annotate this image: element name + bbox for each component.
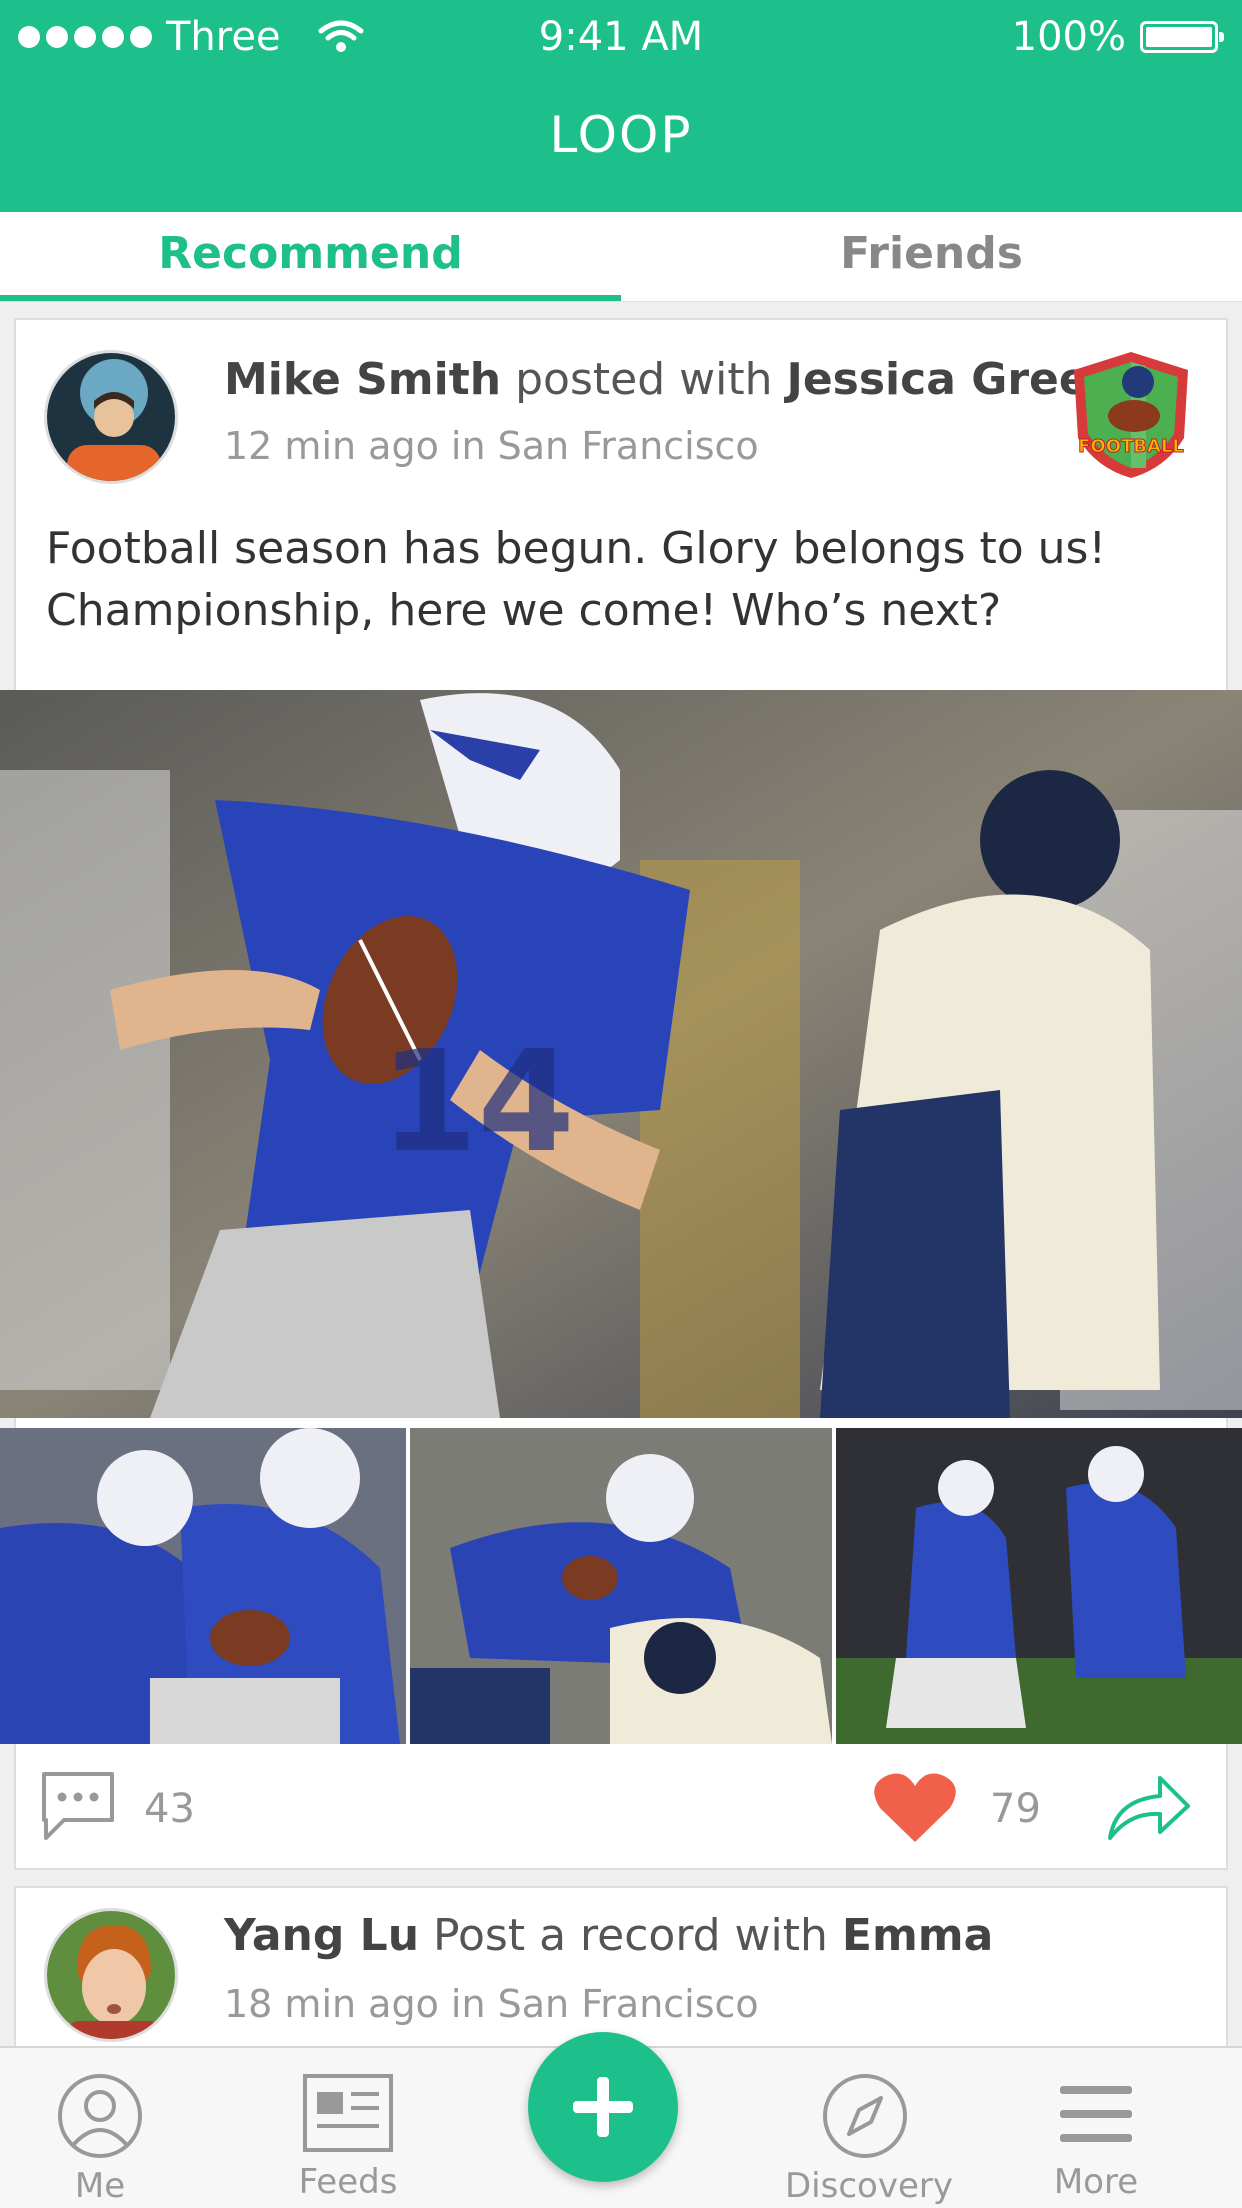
battery-icon — [1140, 21, 1224, 53]
share-icon[interactable] — [1106, 1770, 1192, 1844]
post-meta: 18 min ago in San Francisco — [224, 1982, 759, 2026]
tagged-friend[interactable]: Emma — [842, 1910, 993, 1961]
tab-recommend[interactable]: Recommend — [0, 212, 621, 301]
author-name[interactable]: Yang Lu — [224, 1910, 419, 1961]
author-connector: Post a record with — [433, 1910, 828, 1961]
football-badge-icon: FOOTBALL — [1074, 352, 1188, 478]
svg-text:14: 14 — [380, 1021, 575, 1184]
menu-icon — [1060, 2086, 1132, 2142]
thumbnail-image[interactable] — [410, 1428, 832, 1744]
newspaper-icon — [303, 2074, 393, 2152]
tab-me-label: Me — [74, 2166, 126, 2206]
app-header: Three 9:41 AM 100% LOOP — [0, 0, 1242, 212]
post-actions: 43 79 — [16, 1760, 1226, 1860]
post-author-line: Yang Lu Post a record with Emma — [224, 1910, 993, 1961]
profile-icon — [58, 2074, 142, 2158]
like-count: 79 — [990, 1786, 1041, 1832]
post-main-photo[interactable]: 14 — [0, 690, 1242, 1418]
thumbnail-image[interactable] — [0, 1428, 406, 1744]
post-card: Mike Smith posted with Jessica Green 12 … — [0, 318, 1242, 1870]
tab-discovery[interactable]: Discovery — [785, 2072, 953, 2206]
thumbnail-image[interactable] — [836, 1428, 1242, 1744]
tab-discovery-label: Discovery — [785, 2166, 953, 2206]
comment-icon[interactable] — [38, 1768, 118, 1844]
battery-indicator: 100% — [1011, 14, 1224, 60]
post-meta: 12 min ago in San Francisco — [224, 424, 759, 468]
tab-more[interactable]: More — [1016, 2072, 1176, 2202]
comment-count: 43 — [144, 1786, 195, 1832]
add-post-button[interactable] — [528, 2032, 678, 2182]
avatar[interactable] — [44, 1908, 178, 2042]
tab-more-label: More — [1053, 2162, 1139, 2202]
post-text: Football season has begun. Glory belongs… — [46, 523, 1107, 636]
heart-icon[interactable] — [872, 1772, 958, 1844]
badge-text: FOOTBALL — [1078, 436, 1184, 457]
tab-feeds[interactable]: Feeds — [268, 2072, 428, 2202]
tab-me[interactable]: Me — [20, 2072, 180, 2206]
page-title: LOOP — [549, 106, 693, 164]
feed-tabs: Recommend Friends — [0, 212, 1242, 302]
post-author-line: Mike Smith posted with Jessica Green — [224, 354, 1120, 405]
author-name[interactable]: Mike Smith — [224, 354, 501, 405]
tab-feeds-label: Feeds — [298, 2162, 398, 2202]
battery-label: 100% — [1011, 14, 1126, 60]
tab-friends[interactable]: Friends — [621, 212, 1242, 301]
status-bar: Three 9:41 AM 100% — [0, 0, 1242, 76]
author-connector: posted with — [515, 354, 773, 405]
post-thumbnails — [0, 1428, 1242, 1744]
avatar[interactable] — [44, 350, 178, 484]
compass-icon — [823, 2074, 907, 2158]
